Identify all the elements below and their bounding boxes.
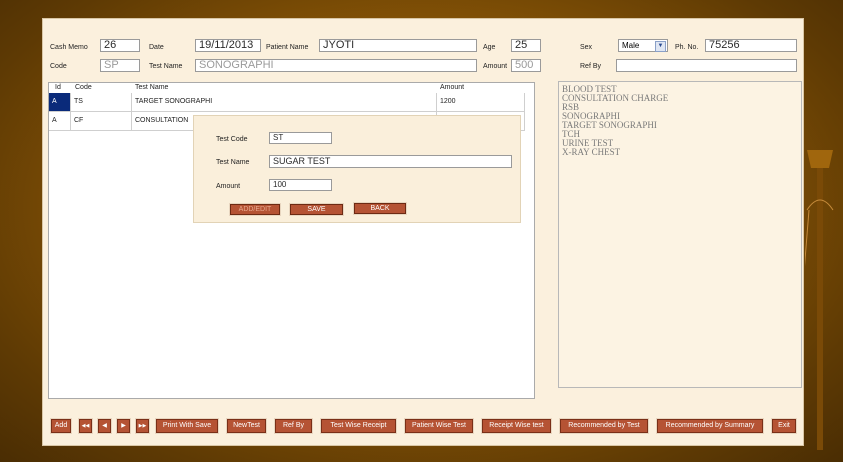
patient-name-field[interactable]: JYOTI	[319, 39, 477, 52]
next-record-icon[interactable]: ▶	[117, 419, 130, 433]
row-code-cell[interactable]: TS	[71, 93, 131, 111]
back-button[interactable]: BACK	[354, 203, 406, 214]
recommended-by-test-button[interactable]: Recommended by Test	[560, 419, 648, 433]
chevron-down-icon[interactable]: ▼	[655, 41, 666, 52]
first-record-icon[interactable]: ◀◀	[79, 419, 92, 433]
row-test-name-cell[interactable]: TARGET SONOGRAPHI	[132, 93, 432, 111]
amount-label: Amount	[483, 63, 508, 70]
list-item[interactable]: TARGET SONOGRAPHI	[559, 121, 801, 130]
ref-by-field[interactable]	[616, 59, 797, 72]
row-id-cell[interactable]: A	[49, 112, 70, 130]
last-record-icon[interactable]: ▶▶	[136, 419, 149, 433]
dialog-test-name-field[interactable]: SUGAR TEST	[269, 155, 512, 168]
column-divider	[131, 93, 132, 131]
test-list: BLOOD TEST CONSULTATION CHARGE RSB SONOG…	[558, 81, 802, 388]
list-item[interactable]: X-RAY CHEST	[559, 148, 801, 157]
test-wise-receipt-button[interactable]: Test Wise Receipt	[321, 419, 396, 433]
age-field[interactable]: 25	[511, 39, 541, 52]
code-label: Code	[50, 63, 67, 70]
amount-field[interactable]: 500	[511, 59, 541, 72]
sex-label: Sex	[580, 44, 593, 51]
save-button[interactable]: SAVE	[290, 204, 343, 215]
patient-name-label: Patient Name	[266, 44, 309, 51]
column-header-amount: Amount	[440, 84, 465, 91]
sex-select[interactable]: Male ▼	[618, 39, 668, 52]
previous-record-icon[interactable]: ◀	[98, 419, 111, 433]
dialog-amount-label: Amount	[216, 183, 241, 190]
add-test-dialog: Test Code ST Test Name SUGAR TEST Amount…	[193, 115, 521, 223]
test-name-label: Test Name	[149, 63, 183, 70]
add-edit-button[interactable]: ADD/EDIT	[230, 204, 280, 215]
cash-memo-label: Cash Memo	[50, 44, 88, 51]
receipt-wise-test-button[interactable]: Receipt Wise test	[482, 419, 551, 433]
print-with-save-button[interactable]: Print With Save	[156, 419, 218, 433]
row-code-cell[interactable]: CF	[71, 112, 131, 130]
column-divider	[524, 93, 525, 131]
dialog-test-code-label: Test Code	[216, 136, 248, 143]
decorative-stand	[805, 150, 834, 450]
ref-by-button[interactable]: Ref By	[275, 419, 312, 433]
table-row[interactable]: A TS TARGET SONOGRAPHI 1200	[49, 93, 524, 112]
dialog-amount-field[interactable]: 100	[269, 179, 332, 191]
list-item[interactable]: CONSULTATION CHARGE	[559, 94, 801, 103]
sex-select-value: Male	[622, 41, 640, 50]
dialog-test-name-label: Test Name	[216, 159, 250, 166]
column-header-code: Code	[75, 84, 92, 91]
phone-label: Ph. No.	[675, 44, 699, 51]
exit-button[interactable]: Exit	[772, 419, 796, 433]
column-divider	[70, 93, 71, 131]
column-header-id: Id	[55, 84, 61, 91]
phone-field[interactable]: 75256	[705, 39, 797, 52]
column-header-test-name: Test Name	[135, 84, 169, 91]
test-name-field[interactable]: SONOGRAPHI	[195, 59, 477, 72]
ref-by-label: Ref By	[580, 63, 602, 70]
add-button[interactable]: Add	[51, 419, 71, 433]
cash-memo-field[interactable]: 26	[100, 39, 140, 52]
row-id-cell[interactable]: A	[49, 93, 70, 111]
row-amount-cell[interactable]: 1200	[437, 93, 524, 111]
date-field[interactable]: 19/11/2013	[195, 39, 261, 52]
dialog-test-code-field[interactable]: ST	[269, 132, 332, 144]
recommended-by-summary-button[interactable]: Recommended by Summary	[657, 419, 763, 433]
new-test-button[interactable]: NewTest	[227, 419, 266, 433]
age-label: Age	[483, 44, 496, 51]
cash-memo-window: Cash Memo 26 Date 19/11/2013 Patient Nam…	[42, 18, 804, 446]
patient-wise-test-button[interactable]: Patient Wise Test	[405, 419, 473, 433]
date-label: Date	[149, 44, 164, 51]
code-field[interactable]: SP	[100, 59, 140, 72]
